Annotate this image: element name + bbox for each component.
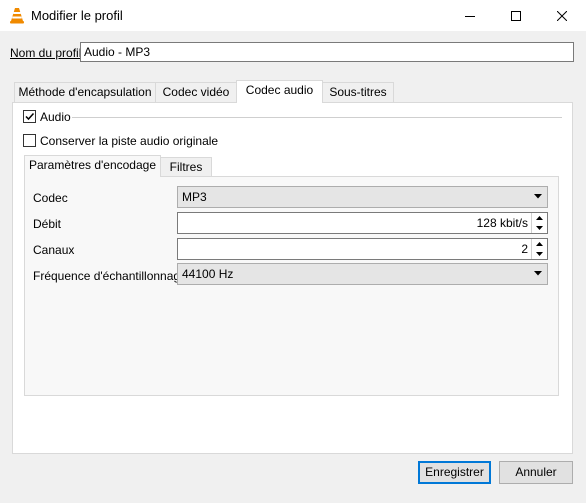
keep-original-checkbox[interactable]: [23, 134, 36, 147]
tab-audio-codec[interactable]: Codec audio: [236, 80, 323, 103]
checkmark-icon: [25, 112, 35, 121]
tab-filters[interactable]: Filtres: [160, 157, 212, 177]
save-button[interactable]: Enregistrer: [418, 461, 491, 484]
chevron-down-icon: [536, 226, 543, 230]
chevron-up-icon: [536, 242, 543, 246]
title-bar: Modifier le profil: [0, 0, 586, 31]
tab-encapsulation[interactable]: Méthode d'encapsulation: [14, 82, 156, 103]
channels-spinbox[interactable]: 2: [177, 238, 548, 260]
samplerate-select-value: 44100 Hz: [182, 267, 234, 281]
tab-subtitles[interactable]: Sous-titres: [322, 82, 394, 103]
audio-checkbox[interactable]: [23, 110, 36, 123]
chevron-up-icon: [536, 216, 543, 220]
audio-group-line: [72, 117, 562, 118]
minimize-button[interactable]: [447, 0, 493, 31]
bitrate-label: Débit: [33, 217, 62, 231]
window-title: Modifier le profil: [31, 8, 123, 23]
codec-select-value: MP3: [182, 190, 207, 204]
chevron-down-icon: [534, 194, 542, 199]
tab-video-codec[interactable]: Codec vidéo: [155, 82, 237, 103]
audio-checkbox-label: Audio: [40, 110, 71, 124]
minimize-icon: [465, 15, 475, 17]
close-button[interactable]: [539, 0, 585, 31]
profile-name-label: Nom du profil: [10, 46, 81, 60]
bitrate-decrement-button[interactable]: [532, 223, 547, 233]
keep-original-label: Conserver la piste audio originale: [40, 134, 219, 148]
maximize-button[interactable]: [493, 0, 539, 31]
profile-name-input[interactable]: Audio - MP3: [80, 42, 574, 62]
channels-value: 2: [521, 242, 528, 256]
channels-decrement-button[interactable]: [532, 249, 547, 259]
samplerate-select[interactable]: 44100 Hz: [177, 263, 548, 285]
samplerate-label: Fréquence d'échantillonnage: [33, 269, 187, 283]
channels-increment-button[interactable]: [532, 239, 547, 249]
bitrate-value: 128 kbit/s: [476, 216, 528, 230]
bitrate-stepper: [531, 213, 547, 233]
channels-label: Canaux: [33, 243, 75, 257]
tab-encoding-parameters[interactable]: Paramètres d'encodage: [24, 155, 161, 177]
chevron-down-icon: [534, 271, 542, 276]
profile-name-label-text: Nom du profil: [10, 46, 82, 60]
codec-select[interactable]: MP3: [177, 186, 548, 208]
maximize-icon: [511, 10, 521, 21]
vlc-cone-icon: [9, 7, 25, 24]
cancel-button[interactable]: Annuler: [499, 461, 573, 484]
close-icon: [557, 10, 567, 21]
encoding-parameters-panel: [24, 176, 559, 396]
chevron-down-icon: [536, 252, 543, 256]
codec-label: Codec: [33, 191, 68, 205]
channels-stepper: [531, 239, 547, 259]
bitrate-spinbox[interactable]: 128 kbit/s: [177, 212, 548, 234]
bitrate-increment-button[interactable]: [532, 213, 547, 223]
